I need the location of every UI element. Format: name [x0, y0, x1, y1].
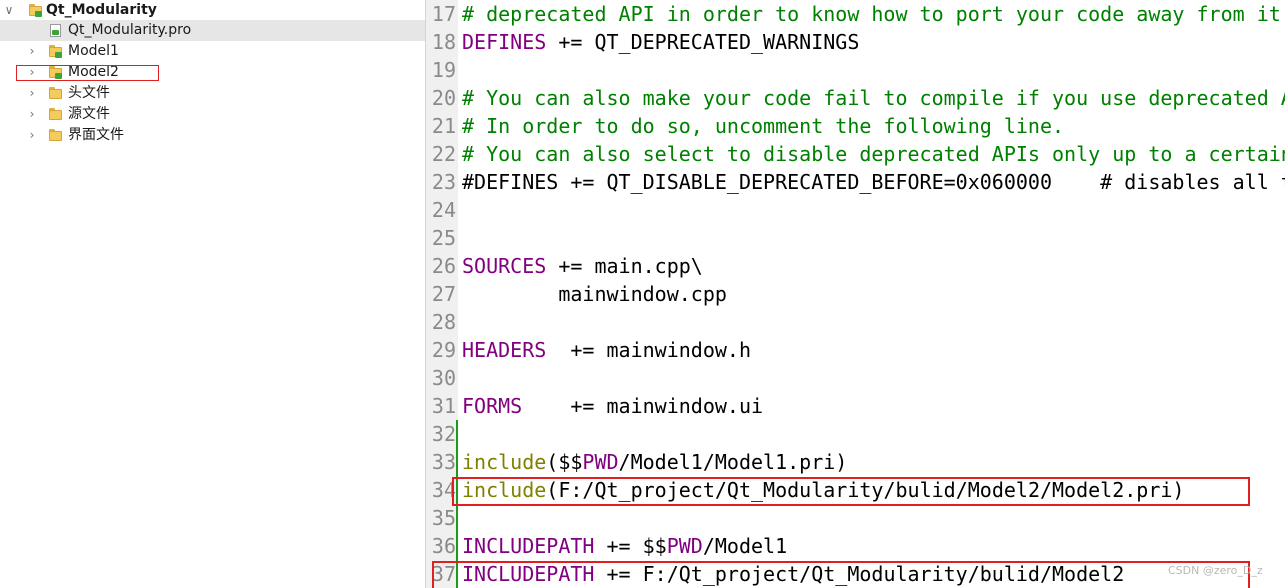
project-tree: ∨ Qt_Modularity Qt_Modularity.pro › Mode…: [0, 0, 426, 588]
code-line[interactable]: include($$PWD/Model1/Model1.pri): [462, 448, 847, 476]
code-text: += $$: [594, 534, 667, 558]
model2-highlight-box: [16, 65, 159, 81]
code-comment: # deprecated API in order to know how to…: [462, 2, 1285, 26]
code-line[interactable]: # deprecated API in order to know how to…: [462, 0, 1285, 28]
code-text: += main.cpp\: [546, 254, 703, 278]
include-model2-highlight-box: [452, 477, 1250, 506]
tree-item-label: 界面文件: [68, 127, 124, 143]
line-number: 27: [431, 282, 456, 306]
code-keyword: INCLUDEPATH: [462, 534, 595, 558]
code-comment: # In order to do so, uncomment the follo…: [462, 114, 1065, 138]
line-number: 30: [431, 366, 456, 390]
code-line[interactable]: # In order to do so, uncomment the follo…: [462, 112, 1064, 140]
line-number: 25: [431, 226, 456, 250]
tree-item-label: 头文件: [68, 85, 110, 101]
code-keyword: DEFINES: [462, 30, 547, 54]
code-text: /Model1/Model1.pri): [618, 450, 848, 474]
folder-icon: [49, 45, 63, 58]
tree-item-model1[interactable]: › Model1: [0, 41, 425, 62]
line-number: 28: [431, 310, 456, 334]
tree-item-forms[interactable]: › 界面文件: [0, 125, 425, 146]
tree-item-sources[interactable]: › 源文件: [0, 104, 425, 125]
tree-root-qt-modularity[interactable]: ∨ Qt_Modularity: [0, 0, 425, 21]
code-comment: # You can also make your code fail to co…: [462, 86, 1285, 110]
tree-item-label: Qt_Modularity.pro: [68, 22, 192, 38]
tree-root-label: Qt_Modularity: [46, 2, 157, 18]
line-number: 31: [431, 394, 456, 418]
folder-icon: [49, 87, 63, 100]
code-text: #DEFINES += QT_DISABLE_DEPRECATED_BEFORE…: [462, 170, 1285, 194]
code-text: mainwindow.cpp: [462, 282, 727, 306]
line-number: 32: [431, 422, 456, 446]
code-line[interactable]: INCLUDEPATH += $$PWD/Model1: [462, 532, 787, 560]
line-number: 17: [431, 2, 456, 26]
code-line[interactable]: #DEFINES += QT_DISABLE_DEPRECATED_BEFORE…: [462, 168, 1285, 196]
code-text: /Model1: [702, 534, 788, 558]
chevron-right-icon[interactable]: ›: [26, 125, 38, 146]
pro-file-icon: [49, 24, 63, 37]
code-text: += mainwindow.ui: [522, 394, 764, 418]
tree-item-pro-file[interactable]: Qt_Modularity.pro: [0, 20, 425, 41]
line-number: 22: [431, 142, 456, 166]
line-number: 23: [431, 170, 456, 194]
line-number: 26: [431, 254, 456, 278]
line-number: 24: [431, 198, 456, 222]
line-number: 36: [431, 534, 456, 558]
line-number: 33: [431, 450, 456, 474]
watermark: CSDN @zero_D_z: [1168, 564, 1263, 577]
chevron-down-icon[interactable]: ∨: [3, 0, 15, 21]
code-text: += mainwindow.h: [546, 338, 751, 362]
code-text: ($$: [546, 450, 583, 474]
code-function: include: [462, 450, 547, 474]
line-number: 35: [431, 506, 456, 530]
code-line[interactable]: HEADERS += mainwindow.h: [462, 336, 751, 364]
code-line[interactable]: mainwindow.cpp: [462, 280, 727, 308]
folder-icon: [49, 108, 63, 121]
tree-item-headers[interactable]: › 头文件: [0, 83, 425, 104]
tree-item-label: 源文件: [68, 106, 110, 122]
line-number: 20: [431, 86, 456, 110]
chevron-right-icon[interactable]: ›: [26, 104, 38, 125]
code-text: += QT_DEPRECATED_WARNINGS: [546, 30, 860, 54]
line-number: 19: [431, 58, 456, 82]
code-variable: PWD: [666, 534, 703, 558]
code-line[interactable]: # You can also make your code fail to co…: [462, 84, 1285, 112]
code-comment: # You can also select to disable depreca…: [462, 142, 1285, 166]
chevron-right-icon[interactable]: ›: [26, 41, 38, 62]
folder-icon: [49, 129, 63, 142]
line-number: 21: [431, 114, 456, 138]
code-line[interactable]: # You can also select to disable depreca…: [462, 140, 1285, 168]
code-keyword: HEADERS: [462, 338, 547, 362]
code-line[interactable]: SOURCES += main.cpp\: [462, 252, 703, 280]
line-number: 29: [431, 338, 456, 362]
code-keyword: SOURCES: [462, 254, 547, 278]
tree-item-label: Model1: [68, 43, 119, 59]
code-keyword: FORMS: [462, 394, 523, 418]
code-line[interactable]: DEFINES += QT_DEPRECATED_WARNINGS: [462, 28, 859, 56]
chevron-right-icon[interactable]: ›: [26, 83, 38, 104]
code-editor[interactable]: 17 18 19 20 21 22 23 24 25 26 27 28 29 30 31 32 33 34 35 36…: [426, 0, 1285, 588]
folder-icon: [29, 4, 43, 17]
code-line[interactable]: FORMS += mainwindow.ui: [462, 392, 763, 420]
code-variable: PWD: [582, 450, 619, 474]
includepath-model2-highlight-box: [432, 561, 1250, 588]
line-number: 18: [431, 30, 456, 54]
